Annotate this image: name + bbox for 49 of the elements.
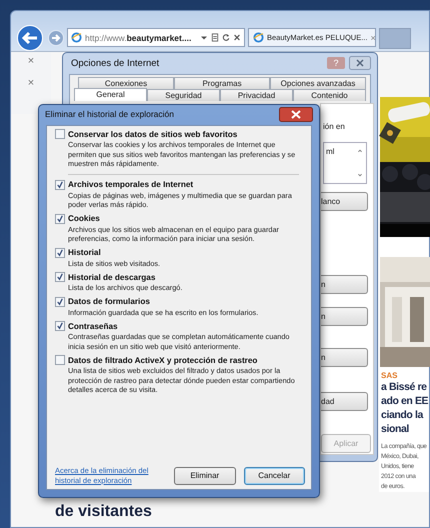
article-heading: de visitantes: [55, 503, 152, 521]
checkbox[interactable]: [55, 355, 65, 365]
button[interactable]: dad: [321, 392, 368, 411]
button[interactable]: n: [321, 307, 368, 326]
option-label: Historial: [68, 248, 101, 257]
checkbox[interactable]: [55, 321, 65, 331]
option-label: Conservar los datos de sitios web favoritos: [68, 130, 238, 138]
dialog-title: Opciones de Internet: [71, 58, 160, 68]
dialog-button[interactable]: Cancelar: [244, 466, 305, 484]
option-label: Historial de descargas: [68, 272, 156, 282]
checkbox[interactable]: [55, 272, 65, 282]
option-label: Archivos temporales de Internet: [68, 180, 194, 189]
checkbox[interactable]: [55, 129, 65, 139]
label-text: ión en: [323, 122, 345, 131]
dialog-title: Eliminar el historial de exploración: [45, 109, 175, 119]
button[interactable]: lanco: [321, 192, 368, 211]
option-label: Contraseñas: [68, 322, 118, 330]
checkbox[interactable]: [55, 248, 65, 258]
dialog-button[interactable]: Eliminar: [174, 466, 236, 484]
tab[interactable]: Privacidad: [220, 89, 293, 101]
close-mark[interactable]: ×: [28, 54, 34, 68]
checkbox[interactable]: [55, 214, 65, 224]
back-button[interactable]: [17, 25, 43, 51]
tab[interactable]: General: [74, 88, 147, 101]
refresh-icon[interactable]: [222, 33, 230, 42]
option-label: Cookies: [68, 214, 100, 223]
address-bar[interactable]: http://www.beautymarket....: [67, 28, 245, 47]
headline: a Bissé re ado en EE ciando la sional: [380, 380, 429, 436]
scrollbar[interactable]: [356, 147, 364, 179]
globe-e-icon: [71, 32, 82, 43]
tab[interactable]: Seguridad: [147, 89, 220, 101]
tab[interactable]: Contenido: [293, 89, 366, 101]
checkbox[interactable]: [55, 180, 65, 190]
globe-e-icon: [253, 32, 264, 43]
close-button[interactable]: [279, 106, 313, 122]
close-mark[interactable]: ×: [28, 76, 34, 90]
option-label: Datos de filtrado ActiveX y protección de rastreo: [68, 356, 258, 364]
list-box[interactable]: ml: [323, 142, 367, 184]
tab[interactable]: Opciones avanzadas: [270, 77, 366, 89]
list-item: ml: [326, 147, 334, 158]
button[interactable]: n: [321, 275, 368, 294]
close-icon[interactable]: [233, 33, 241, 42]
option-label: Datos de formularios: [68, 297, 150, 306]
page-icon[interactable]: [211, 33, 219, 42]
category-label: SAS: [380, 371, 398, 380]
tab[interactable]: Programas: [174, 77, 270, 89]
button[interactable]: n: [321, 348, 368, 367]
tab[interactable]: Conexiones: [78, 77, 174, 89]
checkbox[interactable]: [55, 296, 65, 306]
